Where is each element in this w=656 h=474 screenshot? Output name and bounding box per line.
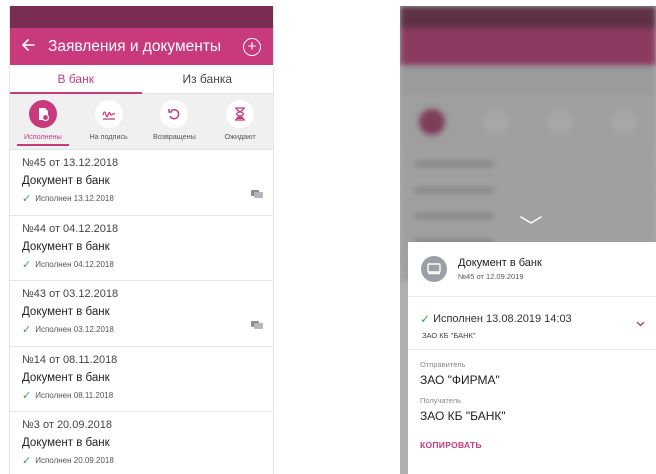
status-text: Исполнен 08.11.2018	[35, 390, 114, 400]
status-text: Исполнен 03.12.2018	[35, 325, 114, 334]
chat-icon[interactable]	[251, 186, 263, 204]
status-filters: Исполнены На подпись Возвращены Ожидают	[10, 94, 273, 150]
document-status: ✓ Исполнен 04.12.2018	[22, 258, 263, 271]
chat-icon[interactable]	[251, 317, 263, 335]
documents-screen: Заявления и документы + В банк Из банка …	[9, 6, 274, 474]
list-item[interactable]: №14 от 08.11.2018 Документ в банк ✓ Испо…	[10, 346, 273, 412]
document-title: Документ в банк	[22, 306, 110, 318]
filter-executed[interactable]: Исполнены	[10, 94, 76, 149]
document-number: №3 от 20.09.2018	[22, 419, 112, 431]
filter-to-sign[interactable]: На подпись	[76, 94, 142, 149]
filter-label: Ожидают	[224, 132, 256, 141]
filter-label: Возвращены	[152, 132, 196, 141]
chevron-down-icon[interactable]	[520, 212, 542, 230]
undo-icon	[160, 100, 189, 128]
filter-waiting[interactable]: Ожидают	[207, 94, 273, 149]
list-item[interactable]: №3 от 20.09.2018 Документ в банк ✓ Испол…	[10, 412, 273, 474]
tab-indicator	[10, 92, 142, 94]
arrow-left-icon[interactable]	[22, 38, 42, 56]
receiver-label: Получатель	[420, 396, 461, 405]
plus-circle-icon[interactable]: +	[243, 37, 261, 56]
hourglass-icon	[226, 100, 255, 128]
tab-from-bank[interactable]: Из банка	[142, 65, 274, 93]
status-text: Исполнен 04.12.2018	[35, 259, 114, 269]
tab-bar: В банк Из банка	[10, 65, 273, 94]
copy-button[interactable]: КОПИРОВАТЬ	[408, 440, 656, 450]
signature-icon	[94, 100, 123, 128]
filter-label: На подпись	[89, 132, 128, 141]
document-icon	[421, 256, 447, 282]
status-row[interactable]: ✓ Исполнен 13.08.2019 14:03 ЗАО КБ "БАНК…	[408, 297, 656, 350]
document-status: ✓ Исполнен 03.12.2018	[22, 323, 263, 336]
filter-returned[interactable]: Возвращены	[142, 94, 208, 149]
sheet-header: Документ в банк №45 от 12.09.2019	[408, 242, 656, 297]
sender-value: ЗАО "ФИРМА"	[420, 373, 500, 387]
sheet-subtitle: №45 от 12.09.2019	[458, 272, 524, 281]
document-title: Документ в банк	[22, 240, 110, 253]
document-status: ✓ Исполнен 08.11.2018	[22, 389, 263, 402]
document-status: ✓ Исполнен 20.09.2018	[22, 454, 263, 467]
list-item[interactable]: №43 от 03.12.2018 Документ в банк ✓ Испо…	[10, 281, 273, 347]
check-icon: ✓	[22, 258, 32, 271]
receiver-value: ЗАО КБ "БАНК"	[420, 409, 506, 423]
check-icon: ✓	[22, 455, 32, 467]
sheet-title: Документ в банк	[458, 257, 542, 269]
chevron-down-icon[interactable]	[636, 314, 645, 332]
list-item[interactable]: №44 от 04.12.2018 Документ в банк ✓ Испо…	[10, 215, 273, 281]
document-list: №45 от 13.12.2018 Документ в банк ✓ Испо…	[10, 150, 273, 474]
filter-label: Исполнены	[23, 132, 62, 141]
check-icon: ✓	[420, 312, 431, 326]
status-text: Исполнен 13.12.2018	[35, 194, 114, 203]
sender-label: Отправитель	[420, 360, 466, 369]
app-bar: Заявления и документы +	[10, 28, 273, 65]
status-org: ЗАО КБ "БАНК"	[422, 331, 476, 340]
document-number: №44 от 04.12.2018	[22, 222, 119, 235]
bottom-sheet: Документ в банк №45 от 12.09.2019 ✓ Испо…	[408, 242, 656, 474]
document-title: Документ в банк	[22, 437, 110, 449]
document-check-icon	[28, 100, 57, 128]
check-icon: ✓	[22, 389, 32, 402]
document-number: №43 от 03.12.2018	[22, 288, 119, 300]
receiver-field: Получатель ЗАО КБ "БАНК"	[408, 396, 656, 423]
status-text: Исполнен 13.08.2019 14:03	[433, 313, 572, 325]
page-title: Заявления и документы	[48, 37, 222, 55]
filter-underline	[16, 144, 69, 146]
check-icon: ✓	[22, 193, 32, 205]
document-title: Документ в банк	[22, 371, 110, 384]
document-status: ✓ Исполнен 13.12.2018	[22, 192, 263, 205]
tab-to-bank[interactable]: В банк	[10, 65, 142, 93]
document-title: Документ в банк	[22, 175, 110, 187]
list-item[interactable]: №45 от 13.12.2018 Документ в банк ✓ Испо…	[10, 150, 273, 216]
check-icon: ✓	[22, 324, 32, 336]
status-text: Исполнен 20.09.2018	[35, 456, 114, 465]
status-bar	[10, 6, 273, 28]
sender-field: Отправитель ЗАО "ФИРМА"	[408, 360, 656, 387]
document-details-screen: Документ в банк №45 от 12.09.2019 ✓ Испо…	[400, 6, 656, 474]
document-number: №14 от 08.11.2018	[22, 353, 118, 366]
document-number: №45 от 13.12.2018	[22, 157, 119, 169]
